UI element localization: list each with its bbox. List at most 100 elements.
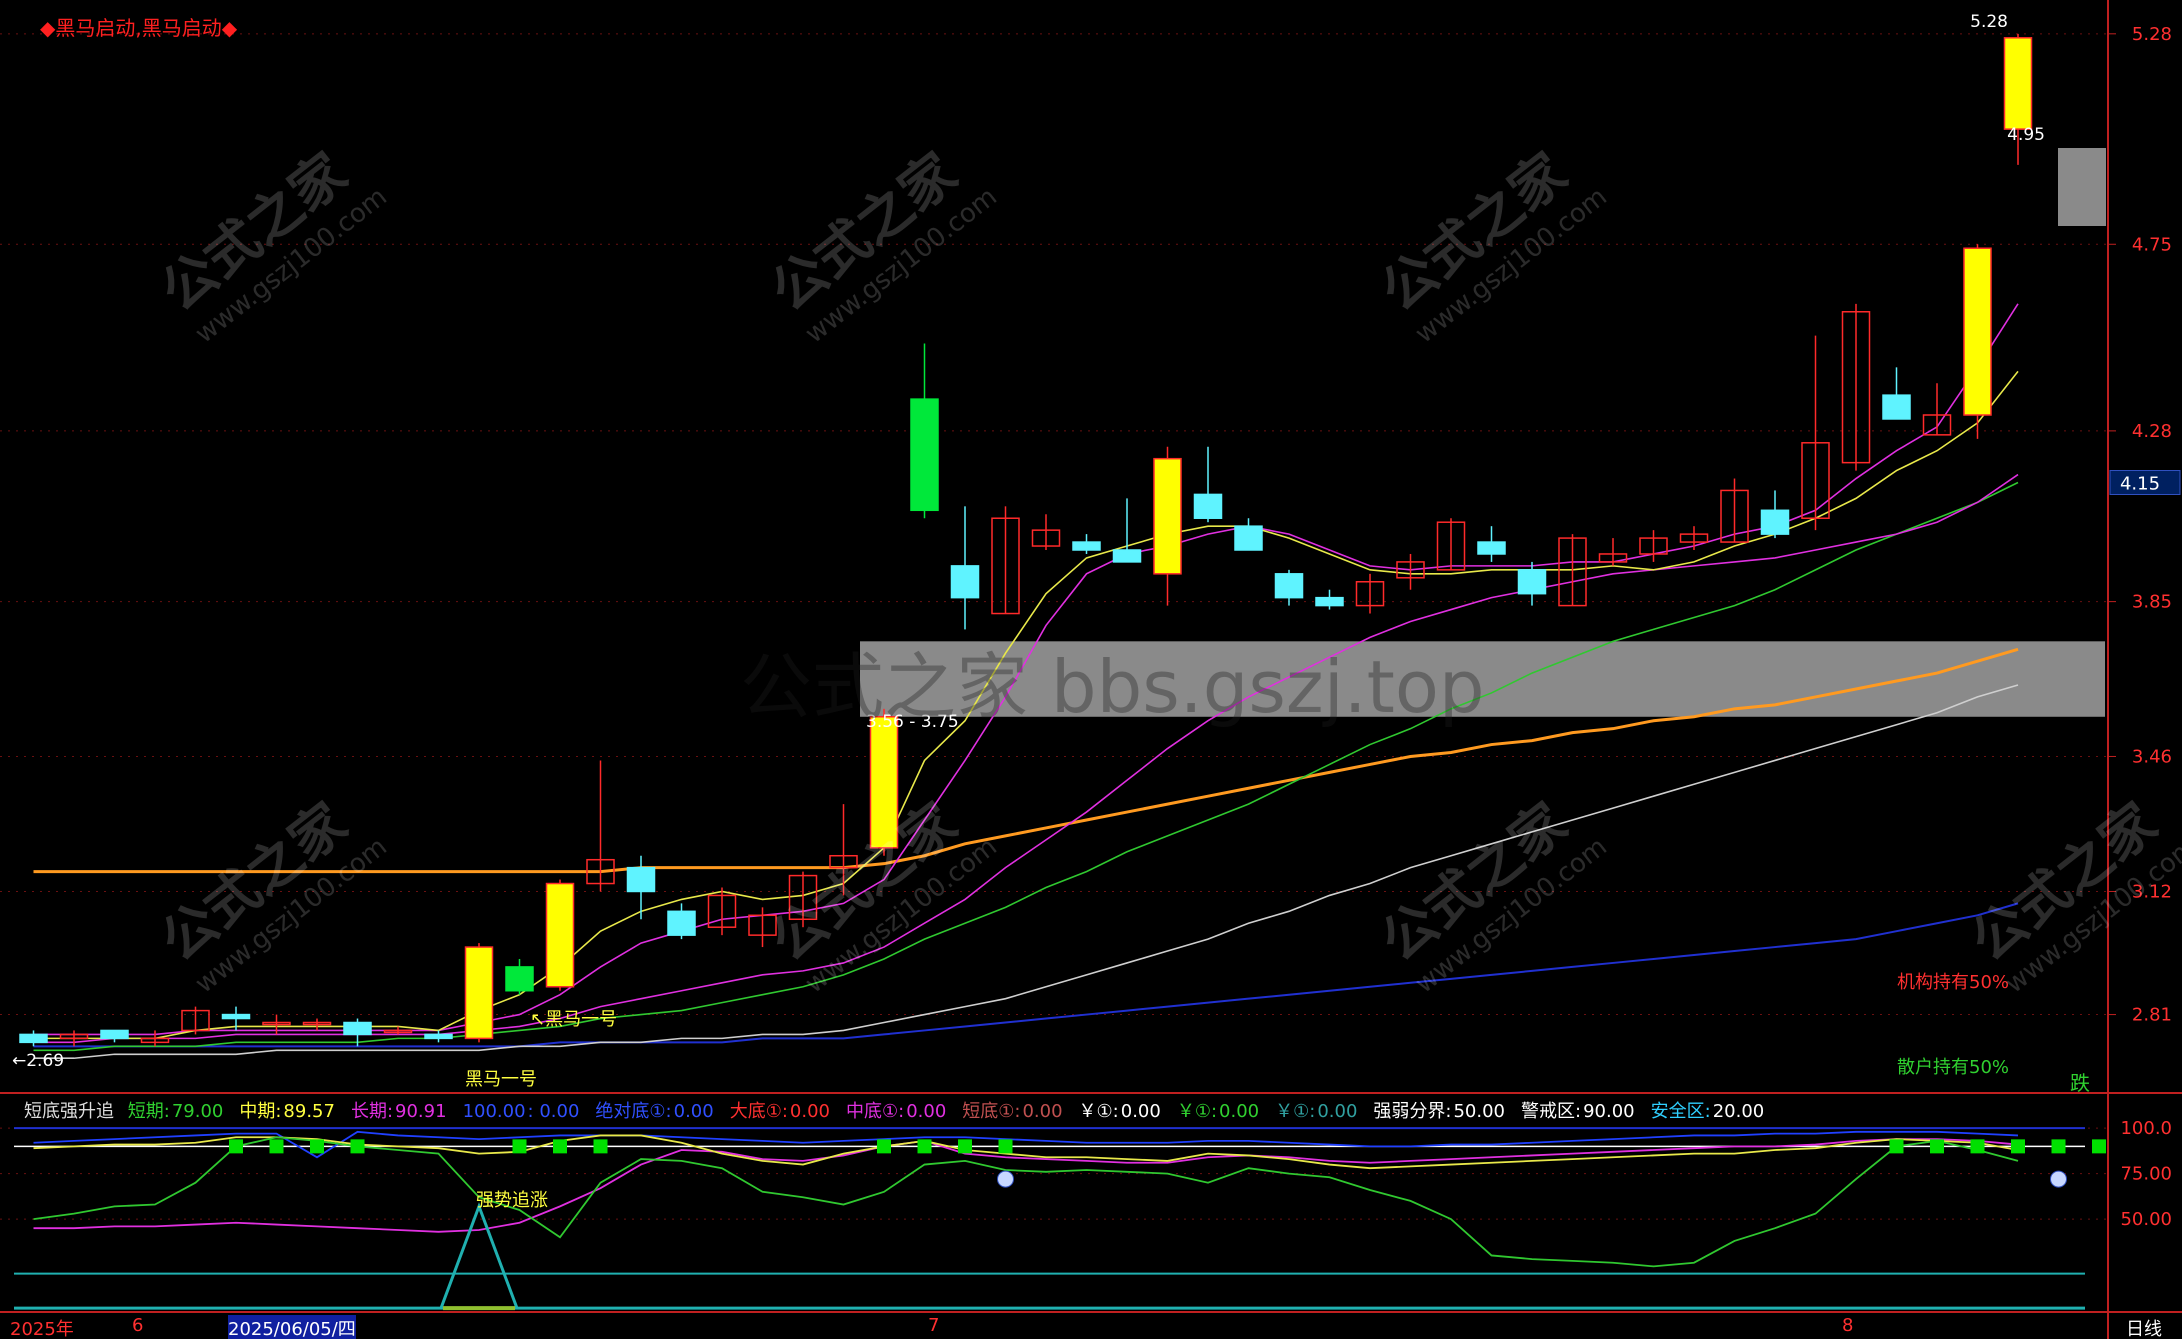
legend-item-label: 大底①: bbox=[729, 1101, 788, 1122]
candle-body bbox=[950, 565, 980, 599]
legend-item-label: 长期: bbox=[350, 1101, 394, 1122]
time-axis-label: 2025/06/05/四 bbox=[228, 1315, 356, 1339]
heima-label: ↖黑马一号 bbox=[530, 1009, 617, 1030]
legend-item: 大底①: 0.00 bbox=[730, 1101, 838, 1122]
legend-item: 中期: 89.57 bbox=[239, 1101, 343, 1122]
legend-item: 警戒区: 90.00 bbox=[1521, 1101, 1643, 1122]
candle-body bbox=[424, 1033, 453, 1040]
legend-item: ￥①: 0.00 bbox=[1079, 1101, 1169, 1122]
candle-body bbox=[1315, 596, 1344, 607]
candle-body bbox=[667, 910, 696, 936]
candle-body bbox=[1072, 541, 1101, 551]
indicator-signal-square bbox=[593, 1139, 608, 1154]
legend-item: 短底①: 0.00 bbox=[962, 1101, 1070, 1122]
legend-item: 长期: 90.91 bbox=[351, 1101, 455, 1122]
candle-body bbox=[1153, 457, 1182, 575]
indicator-signal-square bbox=[512, 1139, 527, 1154]
candle-body bbox=[100, 1029, 129, 1040]
legend-item-value: : 0.00 bbox=[527, 1101, 580, 1122]
range-label: 3.56 - 3.75 bbox=[866, 712, 959, 732]
price-tick-label: 3.85 bbox=[2132, 592, 2172, 613]
indicator-signal-square bbox=[1970, 1139, 1985, 1154]
legend-item-value: 0.00 bbox=[906, 1101, 947, 1122]
legend-item: 中底①: 0.00 bbox=[846, 1101, 954, 1122]
price-label-4-95: 4.95 bbox=[2007, 125, 2045, 145]
candle-body bbox=[2003, 37, 2033, 130]
legend-item-label: 短期: bbox=[127, 1101, 170, 1122]
legend-item-value: 90.91 bbox=[395, 1101, 447, 1122]
legend-item-value: 0.00 bbox=[1317, 1101, 1358, 1122]
indicator-signal-square bbox=[917, 1139, 932, 1154]
indicator-signal-square bbox=[958, 1139, 972, 1154]
legend-item: 100.00: 0.00 bbox=[463, 1101, 588, 1122]
ma-green-line bbox=[33, 481, 2019, 1052]
legend-item-label: ￥①: bbox=[1078, 1101, 1119, 1122]
indicator-signal-square bbox=[2092, 1139, 2106, 1154]
legend-item: 安全区: 20.00 bbox=[1651, 1101, 1773, 1122]
indicator-tick-label: 75.00 bbox=[2120, 1164, 2172, 1185]
time-axis-label: 6 bbox=[132, 1315, 144, 1336]
candle-body bbox=[343, 1021, 372, 1036]
price-highlight-box bbox=[2058, 148, 2106, 226]
indicator-name[interactable]: 短底强升追 bbox=[24, 1101, 114, 1122]
strong-chase-triangle bbox=[439, 1202, 519, 1309]
legend-item-value: 0.00 bbox=[1219, 1101, 1260, 1122]
strong-chase-label: 强势追涨 bbox=[476, 1190, 548, 1211]
legend-item-label: 100.00 bbox=[462, 1101, 526, 1122]
current-price-label: 4.15 bbox=[2120, 474, 2160, 495]
candle-body bbox=[869, 716, 899, 849]
indicator-tick-label: 100.0 bbox=[2120, 1118, 2172, 1139]
legend-item-value: 0.00 bbox=[673, 1101, 714, 1122]
time-axis-label: 7 bbox=[928, 1315, 940, 1336]
legend-item-label: 绝对底①: bbox=[595, 1101, 672, 1122]
legend-item-value: 50.00 bbox=[1453, 1101, 1505, 1122]
legend-item: 短期: 79.00 bbox=[128, 1101, 232, 1122]
low-price-label: ←2.69 bbox=[12, 1051, 64, 1071]
candle-body bbox=[1882, 394, 1911, 420]
legend-item: ￥①: 0.00 bbox=[1177, 1101, 1267, 1122]
face-marker-icon bbox=[997, 1170, 1014, 1188]
legend-item-value: 90.00 bbox=[1583, 1101, 1635, 1122]
signal-title: ◆黑马启动,黑马启动◆ bbox=[40, 16, 238, 40]
ma-magenta-long-line bbox=[33, 473, 2019, 1044]
institution-hold-label: 机构持有50% bbox=[1897, 972, 2009, 993]
legend-item-label: 强弱分界: bbox=[1373, 1101, 1452, 1122]
time-axis-label: 8 bbox=[1842, 1315, 1854, 1336]
fall-label: 跌 bbox=[2070, 1071, 2090, 1095]
legend-item: 绝对底①: 0.00 bbox=[595, 1101, 721, 1122]
legend-item: ￥①: 0.00 bbox=[1275, 1101, 1365, 1122]
legend-item-label: 短底①: bbox=[962, 1101, 1021, 1122]
legend-item-label: 中期: bbox=[239, 1101, 282, 1122]
legend-item-label: 安全区: bbox=[1650, 1101, 1711, 1122]
candle-body bbox=[221, 1013, 251, 1020]
candle-body bbox=[626, 866, 656, 893]
candle-body bbox=[1274, 573, 1304, 599]
high-price-label: 5.28 bbox=[1970, 12, 2008, 32]
face-marker-icon bbox=[2050, 1170, 2067, 1188]
price-tick-label: 3.12 bbox=[2132, 881, 2172, 902]
indicator-signal-square bbox=[1930, 1139, 1944, 1154]
period-button[interactable]: 日线 bbox=[2126, 1315, 2162, 1339]
candle-body bbox=[1112, 549, 1142, 563]
legend-item-value: 89.57 bbox=[283, 1101, 335, 1122]
heima-label-cut: 黑马一号 bbox=[465, 1069, 537, 1090]
indicator-short-line bbox=[33, 1136, 2019, 1268]
candle-body bbox=[1517, 569, 1547, 595]
candle-body bbox=[1193, 493, 1223, 519]
price-tick-label: 4.28 bbox=[2132, 421, 2172, 442]
legend-item-value: 20.00 bbox=[1712, 1101, 1765, 1122]
candle-body bbox=[545, 882, 575, 988]
indicator-signal-square bbox=[553, 1139, 567, 1154]
price-tick-label: 4.75 bbox=[2132, 234, 2172, 255]
candle-body bbox=[19, 1033, 48, 1044]
indicator-signal-square bbox=[2011, 1139, 2025, 1154]
indicator-signal-square bbox=[877, 1139, 891, 1154]
candle-body bbox=[1477, 541, 1506, 555]
price-range-band bbox=[860, 641, 2105, 717]
legend-item-label: ￥①: bbox=[1275, 1101, 1316, 1122]
legend-item-label: 警戒区: bbox=[1521, 1101, 1582, 1122]
legend-item-value: 0.00 bbox=[1022, 1101, 1063, 1122]
legend-item-value: 79.00 bbox=[171, 1101, 224, 1122]
indicator-signal-square bbox=[350, 1139, 365, 1154]
legend-item-label: 中底①: bbox=[845, 1101, 905, 1122]
